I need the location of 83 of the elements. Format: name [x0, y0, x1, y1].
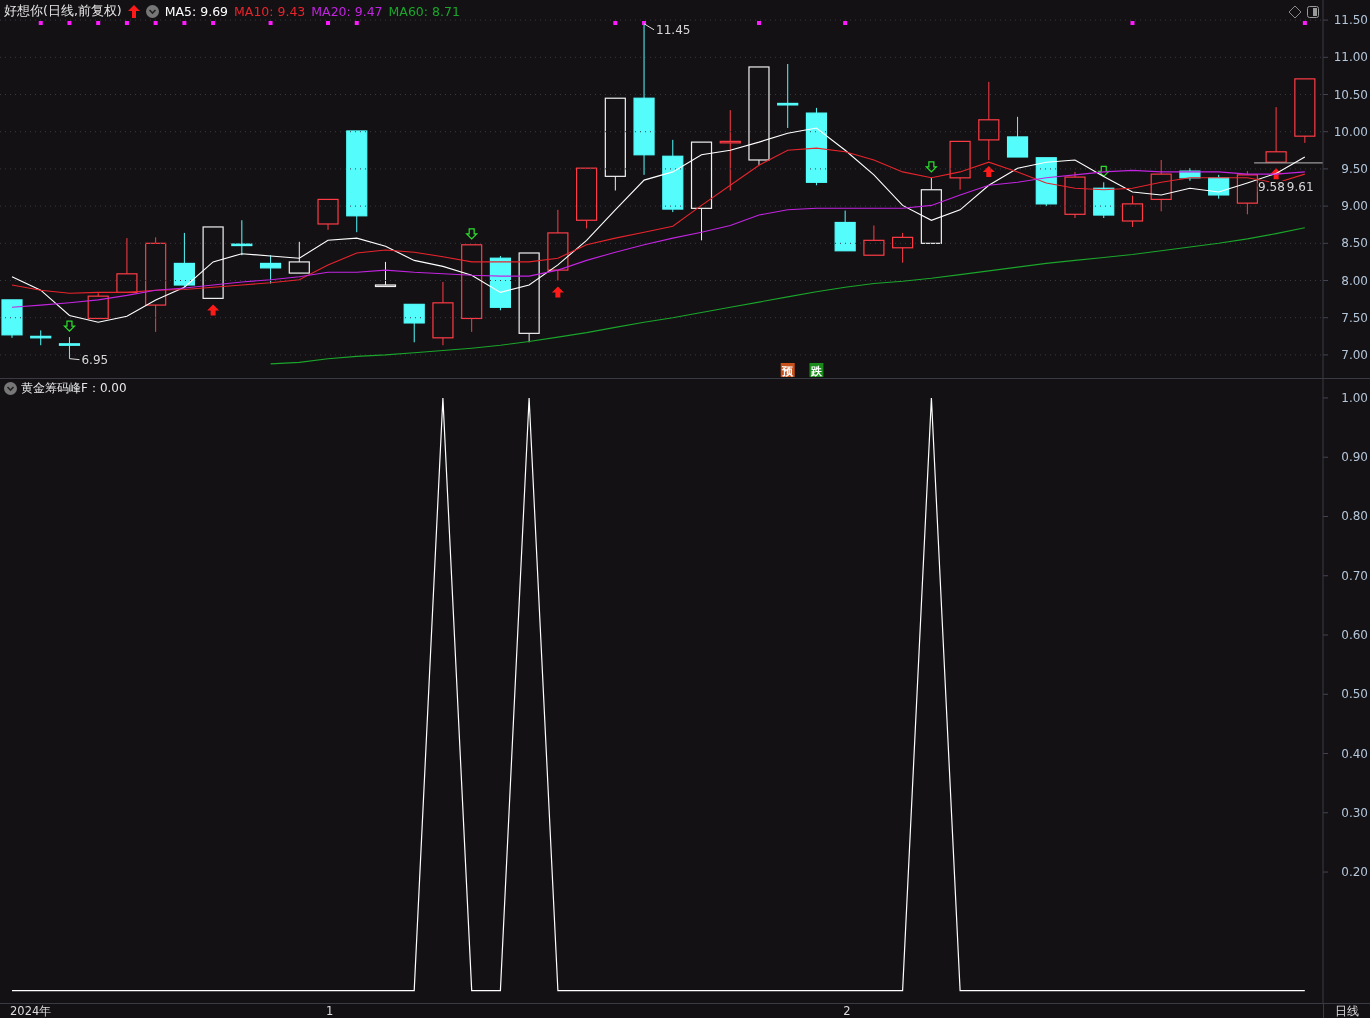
axis-label: 0.90: [1341, 450, 1368, 465]
down-arrow-icon: [1097, 165, 1111, 178]
candle: [1179, 167, 1201, 182]
candle: [374, 261, 397, 288]
up-arrow-icon: [207, 304, 220, 316]
dropdown-icon[interactable]: [4, 382, 17, 395]
down-arrow-icon: [924, 161, 938, 173]
legend-item: MA10: 9.43: [234, 4, 306, 19]
up-arrow-icon: [982, 166, 995, 177]
candle: [403, 303, 425, 343]
axis-label: 7.50: [1341, 310, 1368, 325]
axis-label: 0.60: [1341, 628, 1368, 642]
axis-label: 8.00: [1341, 273, 1368, 288]
candle: [1265, 106, 1287, 163]
candle: [920, 177, 942, 244]
candle: [1236, 170, 1258, 215]
up-arrow-icon: [551, 286, 564, 298]
candle: [1150, 159, 1172, 212]
axis-label: 0.30: [1341, 805, 1368, 820]
leader-line: [643, 23, 655, 31]
indicator-label: 黄金筹码峰F：0.00: [21, 380, 127, 397]
dropdown-icon[interactable]: [145, 5, 159, 18]
candle: [1, 299, 23, 339]
axis-label: 0.20: [1341, 865, 1368, 880]
candle: [1093, 181, 1115, 219]
window-icon[interactable]: [1307, 6, 1319, 18]
candle: [116, 237, 138, 294]
candle: [1294, 78, 1316, 144]
candle: [1006, 116, 1029, 158]
up-arrow-icon: [1270, 168, 1283, 180]
candle: [1035, 157, 1057, 207]
leader-line: [68, 358, 80, 361]
legend-item: MA5: 9.69: [164, 4, 229, 19]
price-label: 6.95: [81, 352, 109, 367]
candle: [949, 140, 971, 191]
candle: [1208, 174, 1230, 200]
axis-label: 11.50: [1333, 13, 1368, 28]
signal-label: 跌: [809, 363, 824, 378]
down-arrow-icon: [63, 320, 76, 332]
period-label[interactable]: 日线: [1324, 1004, 1370, 1018]
axis-label: 9.00: [1341, 199, 1368, 214]
price-label: 11.45: [656, 22, 691, 37]
diamond-icon[interactable]: [1288, 5, 1302, 19]
axis-label: 8.50: [1341, 236, 1368, 251]
axis-label: 10.50: [1333, 87, 1368, 102]
candle: [547, 209, 569, 281]
candle: [317, 198, 339, 231]
candle: [1121, 195, 1144, 228]
candle: [834, 210, 856, 252]
candle: [1064, 171, 1086, 219]
candle: [173, 232, 195, 288]
price-label: 9.61: [1286, 180, 1314, 194]
candle: [863, 224, 885, 256]
date-label: 2024年: [10, 1004, 52, 1018]
candle: [288, 241, 310, 274]
axis-label: 7.00: [1341, 347, 1368, 362]
axis-label: 11.00: [1333, 50, 1368, 65]
candle: [87, 292, 109, 320]
candle: [30, 329, 52, 346]
date-label: 1: [326, 1004, 334, 1018]
legend-item: MA60: 8.71: [388, 4, 460, 19]
candle: [777, 63, 799, 129]
axis-label: 9.50: [1341, 161, 1368, 176]
up-arrow-icon: [127, 5, 140, 18]
axis-label: 0.80: [1341, 509, 1368, 524]
down-arrow-icon: [465, 228, 479, 240]
price-line: [1253, 162, 1323, 164]
candle: [231, 219, 253, 256]
candle: [892, 232, 914, 264]
axis-label: 0.70: [1341, 568, 1368, 583]
axis-label: 10.00: [1333, 124, 1368, 139]
signal-label: 预: [780, 363, 795, 378]
chart-title: 好想你(日线,前复权): [4, 3, 122, 20]
axis-label: 0.40: [1341, 746, 1368, 761]
axis-label: 0.50: [1341, 687, 1368, 702]
candle: [432, 281, 454, 346]
candle: [58, 336, 81, 360]
date-label: 2: [843, 1004, 851, 1018]
candle: [576, 167, 598, 229]
legend-item: MA20: 9.47: [311, 4, 383, 19]
axis-label: 1.00: [1341, 390, 1368, 405]
price-label: 9.58: [1258, 180, 1285, 194]
candle: [259, 254, 282, 284]
